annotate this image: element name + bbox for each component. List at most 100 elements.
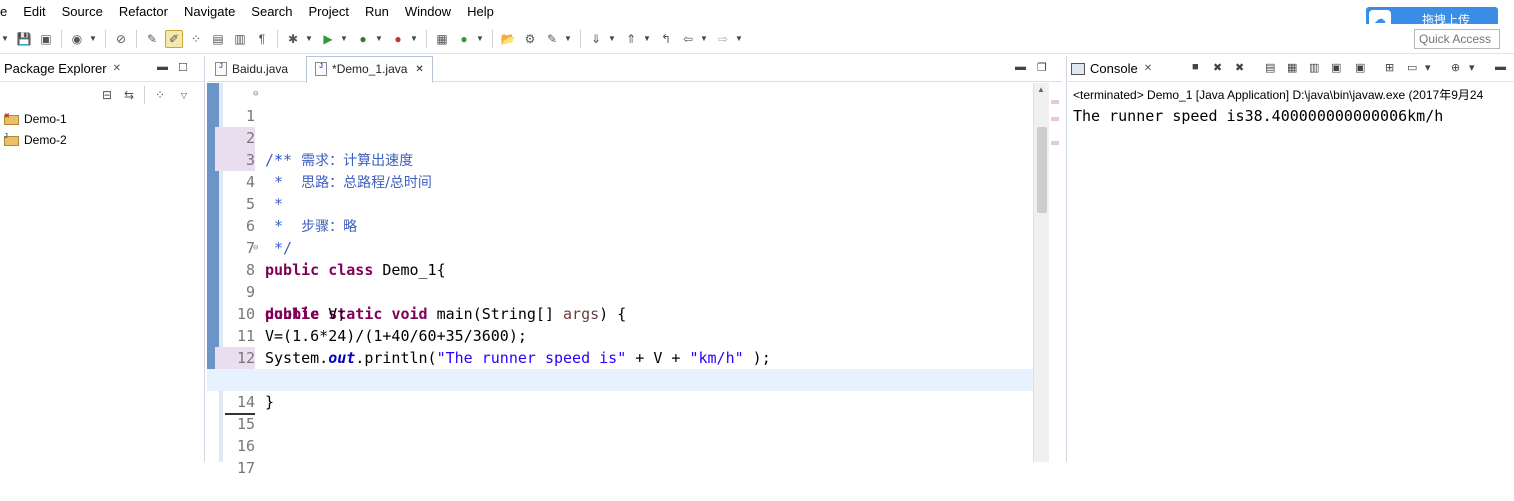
code-line: 6 */ [207,193,1037,257]
change-marker[interactable] [1051,117,1059,121]
package-explorer-title: Package Explorer [4,61,107,76]
tab-demo-1-java[interactable]: J *Demo_1.java ✕ [306,55,433,83]
previous-annotation-dropdown-icon[interactable]: ▼ [642,30,652,48]
back-dropdown-icon[interactable]: ▼ [699,30,709,48]
focus-on-active-task-icon[interactable]: ⁘ [151,86,169,104]
display-console-icon[interactable]: ▭ [1407,61,1417,74]
tab-baidu-java[interactable]: J Baidu.java [207,56,296,82]
next-annotation-dropdown-icon[interactable]: ▼ [607,30,617,48]
open-type-icon[interactable]: 📂 [499,30,517,48]
list-item[interactable]: J Demo-2 [0,129,204,150]
publish-dropdown-icon[interactable]: ▼ [88,30,98,48]
change-marker[interactable] [1051,141,1059,145]
save-all-icon[interactable]: ▣ [37,30,55,48]
new-class-dropdown-icon[interactable]: ▼ [475,30,485,48]
maximize-icon[interactable]: ☐ [178,61,188,74]
scrollbar-thumb[interactable] [1037,127,1047,213]
save-icon[interactable]: 💾 [15,30,33,48]
menu-navigate[interactable]: Navigate [176,0,243,23]
debug-dropdown-icon[interactable]: ▼ [304,30,314,48]
paragraph-icon[interactable]: ¶ [253,30,271,48]
menu-file[interactable]: e [0,0,15,23]
previous-annotation-icon[interactable]: ⇑ [622,30,640,48]
close-icon[interactable]: ✕ [113,63,121,74]
skip-breakpoints-icon[interactable]: ⊘ [112,30,130,48]
code-line: 16 [207,413,1037,455]
code-text-area[interactable]: 1 ⊖ /** 2 * 需求：计算出速度 3 * 思路：总路程/总时间 4 * … [207,83,1037,477]
close-icon[interactable]: ✕ [1144,63,1152,74]
menu-source[interactable]: Source [54,0,111,23]
package-explorer-view: Package Explorer ✕ ▬ ☐ ⊟ ⇆ ⁘ ▽ ✖ Demo-1 … [0,56,205,462]
new-java-project-icon[interactable]: ▦ [433,30,451,48]
menu-help[interactable]: Help [459,0,502,23]
toggle-mark-occurrences-icon[interactable]: ✎ [143,30,161,48]
minimize-icon[interactable]: ▬ [1015,61,1026,73]
menu-project[interactable]: Project [301,0,357,23]
clear-console-icon[interactable]: ▤ [1265,61,1275,74]
debug-icon[interactable]: ✱ [284,30,302,48]
quick-access-input[interactable] [1414,29,1500,49]
menu-edit[interactable]: Edit [15,0,53,23]
close-icon[interactable]: ✕ [415,64,423,75]
link-with-editor-icon[interactable]: ⇆ [120,86,138,104]
show-on-stdout-icon[interactable]: ▣ [1331,61,1341,74]
code-line: 8 ⊖ public static void main(String[] arg… [207,237,1037,323]
pin-console-icon[interactable]: ⊞ [1385,61,1394,74]
external-tools-dropdown-icon[interactable]: ▼ [409,30,419,48]
menu-refactor[interactable]: Refactor [111,0,176,23]
menu-bar: e Edit Source Refactor Navigate Search P… [0,0,1514,23]
view-menu-icon[interactable]: ▽ [179,86,189,104]
tab-label: *Demo_1.java [332,62,408,76]
menu-run[interactable]: Run [357,0,397,23]
publish-icon[interactable]: ◉ [68,30,86,48]
scroll-up-icon[interactable]: ▲ [1037,85,1045,94]
open-console-icon[interactable]: ⊕ [1451,61,1460,74]
vertical-scrollbar[interactable]: ▲ [1033,83,1049,462]
run-dropdown-icon[interactable]: ▼ [339,30,349,48]
code-line: 7 public class Demo_1{ [207,215,1037,279]
console-output[interactable]: The runner speed is38.400000000000006km/… [1067,105,1514,127]
terminate-icon[interactable]: ■ [1192,61,1199,73]
show-whitespace-icon[interactable]: ▤ [209,30,227,48]
run-icon[interactable]: ▶ [319,30,337,48]
show-on-stderr-icon[interactable]: ▣ [1355,61,1365,74]
forward-icon[interactable]: ⇨ [714,30,732,48]
menu-window[interactable]: Window [397,0,459,23]
search-dropdown-icon[interactable]: ▼ [563,30,573,48]
search-icon[interactable]: ✎ [543,30,561,48]
remove-launch-icon[interactable]: ✖ [1213,61,1222,74]
tab-package-explorer[interactable]: Package Explorer ✕ [0,56,125,82]
minimize-icon[interactable]: ▬ [1495,61,1506,73]
tab-console[interactable]: Console ✕ [1067,56,1156,82]
next-annotation-icon[interactable]: ⇓ [587,30,605,48]
word-wrap-icon[interactable]: ▥ [231,30,249,48]
open-task-icon[interactable]: ⚙ [521,30,539,48]
coverage-dropdown-icon[interactable]: ▼ [374,30,384,48]
coverage-icon[interactable]: ● [354,30,372,48]
restore-icon[interactable]: ❐ [1037,61,1047,74]
last-edit-location-icon[interactable]: ↰ [657,30,675,48]
word-wrap-icon[interactable]: ▥ [1309,61,1319,74]
fold-icon[interactable]: ⊖ [253,83,258,105]
code-line: 2 * 需求：计算出速度 [207,105,1037,169]
line-number: 17 [236,459,255,477]
external-tools-icon[interactable]: ● [389,30,407,48]
remove-all-terminated-icon[interactable]: ✖ [1235,61,1244,74]
toggle-highlight-icon[interactable]: ✐ [165,29,183,48]
toolbar-separator [144,86,145,104]
minimize-icon[interactable]: ▬ [157,61,168,73]
scroll-lock-icon[interactable]: ▦ [1287,61,1297,74]
collapse-all-icon[interactable]: ⊟ [98,86,116,104]
overview-ruler[interactable] [1049,83,1061,462]
list-item[interactable]: ✖ Demo-1 [0,108,204,129]
fold-icon[interactable]: ⊖ [253,237,258,259]
block-selection-icon[interactable]: ⁘ [187,30,205,48]
menu-search[interactable]: Search [243,0,300,23]
forward-dropdown-icon[interactable]: ▼ [734,30,744,48]
new-dropdown-icon[interactable]: ▼ [0,30,10,48]
new-class-icon[interactable]: ● [455,30,473,48]
change-marker[interactable] [1051,100,1059,104]
display-console-dropdown-icon[interactable]: ▾ [1425,61,1431,74]
back-icon[interactable]: ⇦ [679,30,697,48]
open-console-dropdown-icon[interactable]: ▾ [1469,61,1475,74]
